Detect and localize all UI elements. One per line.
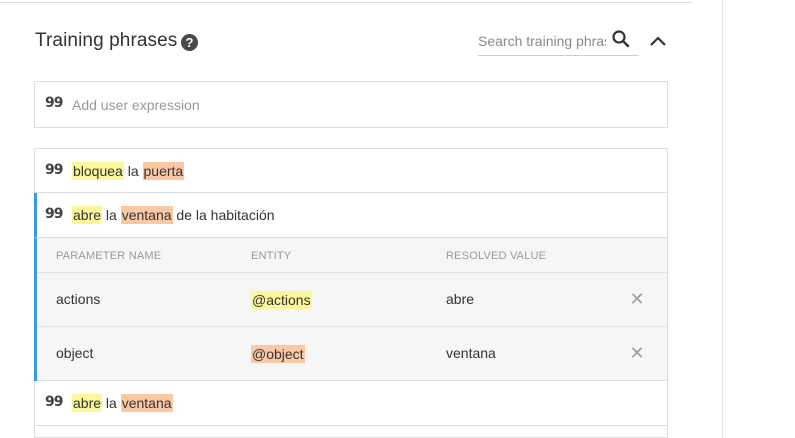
phrase-segment: de la habitación bbox=[172, 207, 275, 223]
phrase-segment: la bbox=[102, 395, 121, 411]
entity-highlight[interactable]: ventana bbox=[120, 394, 173, 412]
parameter-row: object @object ventana ✕ bbox=[37, 327, 667, 381]
entity-highlight[interactable]: ventana bbox=[120, 206, 173, 224]
search-bar bbox=[478, 28, 639, 56]
phrase-text[interactable]: abre la ventana de la habitación bbox=[72, 193, 275, 238]
parameter-resolved-value[interactable]: ventana bbox=[446, 345, 496, 361]
phrase-row[interactable] bbox=[34, 426, 668, 438]
parameter-name[interactable]: actions bbox=[56, 291, 100, 307]
help-circle-icon[interactable]: ? bbox=[181, 34, 198, 51]
close-icon[interactable]: ✕ bbox=[627, 343, 647, 363]
close-icon[interactable]: ✕ bbox=[627, 289, 647, 309]
parameter-name[interactable]: object bbox=[56, 345, 93, 361]
parameter-resolved-value[interactable]: abre bbox=[446, 291, 474, 307]
column-header-parameter-name: PARAMETER NAME bbox=[56, 250, 162, 262]
add-expression-box: 99 bbox=[34, 81, 668, 128]
search-input[interactable] bbox=[478, 31, 606, 51]
phrase-segment: la bbox=[123, 163, 143, 179]
entity-highlight[interactable]: abre bbox=[72, 206, 103, 224]
parameter-entity[interactable]: @object bbox=[251, 345, 305, 363]
parameter-entity[interactable]: @actions bbox=[251, 291, 312, 309]
parameter-table: PARAMETER NAME ENTITY RESOLVED VALUE act… bbox=[34, 238, 668, 381]
phrase-row[interactable]: 99 abre la ventana bbox=[34, 381, 668, 426]
phrase-segment: la bbox=[102, 207, 121, 223]
quote-icon: 99 bbox=[45, 394, 64, 410]
column-header-entity: ENTITY bbox=[251, 250, 292, 262]
section-title: Training phrases bbox=[35, 30, 178, 51]
phrase-text[interactable]: abre la ventana bbox=[72, 381, 173, 426]
parameter-table-header: PARAMETER NAME ENTITY RESOLVED VALUE bbox=[37, 238, 667, 273]
quote-icon: 99 bbox=[45, 95, 64, 111]
entity-highlight[interactable]: abre bbox=[72, 394, 103, 412]
parameter-row: actions @actions abre ✕ bbox=[37, 273, 667, 327]
entity-highlight[interactable]: puerta bbox=[142, 162, 185, 180]
phrase-row-selected[interactable]: 99 abre la ventana de la habitación bbox=[34, 193, 668, 238]
top-divider bbox=[0, 2, 692, 3]
chevron-up-icon[interactable] bbox=[648, 34, 668, 48]
phrase-text[interactable]: bloquea la puerta bbox=[72, 149, 185, 194]
column-header-resolved-value: RESOLVED VALUE bbox=[446, 250, 547, 262]
search-icon[interactable] bbox=[611, 29, 631, 49]
panel-divider bbox=[722, 0, 723, 438]
phrase-row[interactable]: 99 bloquea la puerta bbox=[34, 148, 668, 193]
add-user-expression-input[interactable] bbox=[72, 94, 632, 116]
quote-icon: 99 bbox=[45, 162, 64, 178]
entity-highlight[interactable]: bloquea bbox=[72, 162, 124, 180]
training-phrase-list: 99 bloquea la puerta 99 abre la ventana … bbox=[34, 148, 668, 438]
quote-icon: 99 bbox=[45, 206, 64, 222]
